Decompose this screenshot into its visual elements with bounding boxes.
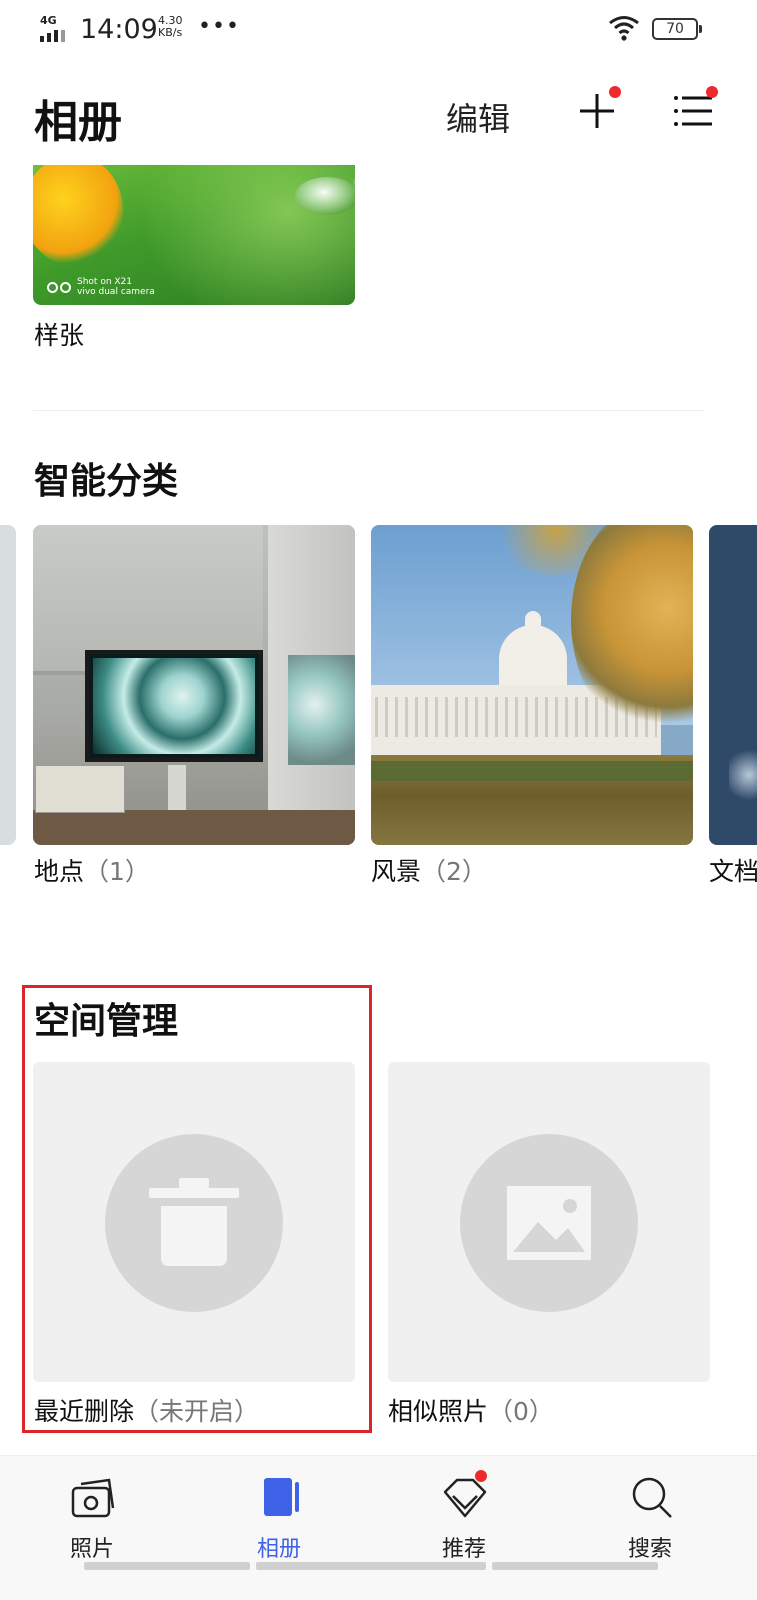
signal-icon: 4G — [40, 14, 72, 44]
watermark-line-2: vivo dual camera — [77, 287, 155, 297]
status-time: 14:09 — [80, 14, 158, 45]
space-item-name: 相似照片 — [388, 1397, 489, 1426]
photo-document — [729, 745, 757, 805]
category-name: 风景 — [371, 857, 422, 886]
camera-icon — [71, 1478, 115, 1518]
photo-desk — [33, 810, 355, 845]
vivo-logo-icon — [47, 281, 71, 293]
photo-instrument — [35, 765, 125, 813]
page-title: 相册 — [34, 97, 122, 148]
nav-tab-photos[interactable]: 照片 — [37, 1474, 147, 1564]
albums-icon — [264, 1478, 299, 1516]
notification-dot — [475, 1470, 487, 1482]
photo-monitor-stand — [168, 765, 186, 815]
home-indicator-center — [256, 1562, 486, 1570]
nav-tab-albums[interactable]: 相册 — [224, 1474, 334, 1564]
nav-label-recommend: 推荐 — [441, 1536, 486, 1561]
watermark-line-1: Shot on X21 — [77, 277, 133, 287]
space-card-recently-deleted[interactable] — [33, 1062, 355, 1382]
photo-monitor — [85, 650, 263, 762]
photo-dome — [499, 625, 567, 689]
nav-tab-recommend[interactable]: 推荐 — [409, 1470, 519, 1564]
more-notifications-icon: ••• — [198, 14, 240, 39]
space-item-status: （0） — [488, 1397, 554, 1426]
space-card-similar-photos[interactable] — [388, 1062, 710, 1382]
notification-dot — [706, 86, 718, 98]
network-type: 4G — [40, 14, 57, 27]
category-count: （2） — [421, 857, 487, 886]
app-header: 相册 编辑 — [0, 62, 757, 162]
section-title-smart-categories: 智能分类 — [34, 461, 179, 502]
section-title-space-management: 空间管理 — [34, 1001, 179, 1042]
home-indicator-right — [492, 1562, 658, 1570]
album-label-sample: 样张 — [34, 321, 85, 350]
trash-icon — [149, 1178, 239, 1266]
battery-icon: 70 — [652, 18, 702, 40]
category-card-previous[interactable] — [0, 525, 16, 845]
category-card-scenery[interactable] — [371, 525, 693, 845]
home-indicator-left — [84, 1562, 250, 1570]
photo-droplet — [295, 177, 355, 215]
space-label-recently-deleted: 最近删除（未开启） — [34, 1392, 259, 1428]
nav-tab-search[interactable]: 搜索 — [595, 1474, 705, 1564]
camera-watermark: Shot on X21 vivo dual camera — [47, 277, 155, 297]
space-item-status: （未开启） — [134, 1397, 260, 1426]
nav-label-photos: 照片 — [69, 1536, 114, 1561]
photo-flower — [33, 165, 123, 265]
network-speed-unit: KB/s — [158, 26, 183, 39]
photo-reflection — [288, 655, 355, 765]
category-label-location: 地点（1） — [34, 852, 150, 888]
image-icon-background — [460, 1134, 638, 1312]
category-label-document: 文档 — [709, 852, 757, 888]
notification-dot — [609, 86, 621, 98]
category-count: （1） — [84, 857, 150, 886]
photo-hedge — [371, 761, 693, 781]
status-bar: 4G 14:09 4.30 KB/s ••• 70 — [0, 0, 757, 60]
category-label-scenery: 风景（2） — [371, 852, 487, 888]
menu-button[interactable] — [672, 86, 718, 134]
edit-button[interactable]: 编辑 — [446, 94, 510, 140]
trash-icon-background — [105, 1134, 283, 1312]
bottom-navigation: 照片 相册 推荐 搜索 — [0, 1455, 757, 1600]
category-card-document[interactable] — [709, 525, 757, 845]
space-item-name: 最近删除 — [34, 1397, 135, 1426]
nav-label-search: 搜索 — [627, 1536, 672, 1561]
add-album-button[interactable] — [575, 86, 621, 134]
wifi-icon — [609, 16, 639, 41]
image-icon — [507, 1186, 591, 1260]
network-speed: 4.30 KB/s — [158, 15, 183, 39]
nav-label-albums: 相册 — [256, 1536, 301, 1561]
search-icon — [632, 1477, 672, 1518]
category-name: 文档 — [709, 857, 757, 886]
album-thumbnail-sample[interactable]: Shot on X21 vivo dual camera — [33, 165, 355, 305]
section-divider — [33, 410, 705, 411]
space-label-similar-photos: 相似照片（0） — [388, 1392, 554, 1428]
category-card-location[interactable] — [33, 525, 355, 845]
category-name: 地点 — [34, 857, 85, 886]
